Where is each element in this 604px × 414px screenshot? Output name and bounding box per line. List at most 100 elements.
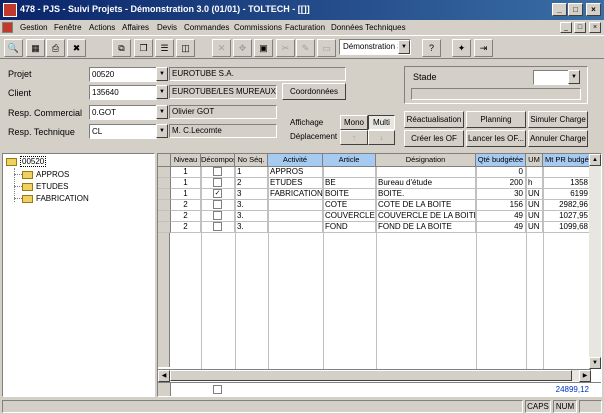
tree-node-appros[interactable]: APPROS xyxy=(22,169,69,180)
move-down-button[interactable]: ↓ xyxy=(368,130,395,145)
menu-fenetre[interactable]: Fenêtre xyxy=(54,23,82,32)
mdi-close-button[interactable]: × xyxy=(589,22,601,33)
cell-article[interactable]: COTE xyxy=(323,200,376,211)
cell-designation[interactable]: Bureau d'étude xyxy=(376,178,476,189)
cell-activite[interactable]: ETUDES xyxy=(268,178,323,189)
cell-article[interactable]: COUVERCLE xyxy=(323,211,376,222)
resp-commercial-dropdown[interactable]: ▼ xyxy=(156,105,168,119)
search-icon[interactable]: 🔍 xyxy=(4,39,23,57)
cell-niveau[interactable]: 2 xyxy=(171,222,201,233)
maximize-button[interactable]: □ xyxy=(568,3,583,16)
cell-article[interactable] xyxy=(323,167,376,178)
menu-actions[interactable]: Actions xyxy=(89,23,115,32)
cell-mt[interactable]: 2982,96 xyxy=(543,200,591,211)
cell-seq[interactable]: 1 xyxy=(235,167,268,178)
app-icon[interactable] xyxy=(3,3,17,17)
decompose-checkbox-cell[interactable] xyxy=(201,200,235,211)
scroll-right-icon[interactable]: ▶ xyxy=(579,370,591,382)
print-icon[interactable]: ⎙ xyxy=(46,39,65,57)
help-icon[interactable]: ? xyxy=(422,39,441,57)
cell-qte[interactable]: 200 xyxy=(476,178,526,189)
cell-niveau[interactable]: 2 xyxy=(171,211,201,222)
menu-commissions[interactable]: Commissions xyxy=(234,23,282,32)
menu-gestion[interactable]: Gestion xyxy=(20,23,48,32)
col-article[interactable]: Article xyxy=(323,154,376,167)
mdi-minimize-button[interactable]: _ xyxy=(560,22,572,33)
col-mt-pr-budgete[interactable]: Mt PR budgété xyxy=(543,154,591,167)
lancer-of-button[interactable]: Lancer les OF... xyxy=(466,130,526,147)
stade-field[interactable] xyxy=(533,70,569,85)
decompose-checkbox[interactable] xyxy=(213,222,222,231)
cell-activite[interactable]: FABRICATION xyxy=(268,189,323,200)
decompose-checkbox-cell[interactable] xyxy=(201,167,235,178)
planning-button[interactable]: Planning xyxy=(466,111,526,128)
cell-mt[interactable]: 6199 xyxy=(543,189,591,200)
database-select[interactable]: Démonstration 3 ▼ xyxy=(339,39,411,55)
menu-facturation[interactable]: Facturation xyxy=(285,23,325,32)
scroll-left-icon[interactable]: ◀ xyxy=(158,370,170,382)
col-qte-budgetee[interactable]: Qté budgétée xyxy=(476,154,526,167)
cell-qte[interactable]: 156 xyxy=(476,200,526,211)
cut-icon[interactable]: ✂ xyxy=(276,39,295,57)
tree-node-fabrication[interactable]: FABRICATION xyxy=(22,193,89,204)
cell-um[interactable]: UN xyxy=(526,211,543,222)
close-button[interactable]: × xyxy=(586,3,601,16)
budget-grid[interactable]: Niveau Décomposé No Séq. Activité Articl… xyxy=(157,153,602,397)
cell-designation[interactable]: FOND DE LA BOITE xyxy=(376,222,476,233)
tile-horizontal-icon[interactable]: ☰ xyxy=(155,39,174,57)
save-icon[interactable]: ▣ xyxy=(254,39,273,57)
first-record-icon[interactable]: ✕ xyxy=(212,39,231,57)
simuler-charge-button[interactable]: Simuler Charge xyxy=(528,111,588,128)
cell-activite[interactable] xyxy=(268,211,323,222)
menu-affaires[interactable]: Affaires xyxy=(122,23,149,32)
tree-node-root[interactable]: 00520 xyxy=(6,156,47,167)
cell-seq[interactable]: 3 xyxy=(235,189,268,200)
tree-node-etudes[interactable]: ETUDES xyxy=(22,181,68,192)
magic-wand-icon[interactable]: ✦ xyxy=(452,39,471,57)
decompose-checkbox[interactable] xyxy=(213,211,222,220)
decompose-checkbox-cell[interactable] xyxy=(201,211,235,222)
cell-designation[interactable]: BOITE. xyxy=(376,189,476,200)
cell-um[interactable]: h xyxy=(526,178,543,189)
move-up-button[interactable]: ↑ xyxy=(340,130,368,145)
cell-activite[interactable]: APPROS xyxy=(268,167,323,178)
document-icon[interactable]: ▭ xyxy=(317,39,336,57)
minimize-button[interactable]: _ xyxy=(552,3,567,16)
cell-niveau[interactable]: 1 xyxy=(171,178,201,189)
decompose-checkbox[interactable] xyxy=(213,167,222,176)
cell-mt[interactable]: 1358 xyxy=(543,178,591,189)
cascade-icon[interactable]: ❐ xyxy=(134,39,153,57)
project-tree[interactable]: 00520 APPROS ETUDES FABRICATION xyxy=(2,153,155,397)
cell-qte[interactable]: 0 xyxy=(476,167,526,178)
mdi-restore-button[interactable]: □ xyxy=(574,22,586,33)
stade-dropdown[interactable]: ▼ xyxy=(568,70,580,84)
cell-qte[interactable]: 49 xyxy=(476,211,526,222)
row-selector[interactable] xyxy=(158,178,171,189)
cell-mt[interactable]: 1099,68 xyxy=(543,222,591,233)
scroll-down-icon[interactable]: ▼ xyxy=(589,357,601,369)
horizontal-scrollbar[interactable]: ◀ ▶ xyxy=(158,369,591,382)
resp-commercial-field[interactable]: 0.GOT xyxy=(89,105,157,120)
projet-code-field[interactable]: 00520 xyxy=(89,67,157,82)
tile-vertical-icon[interactable]: ◫ xyxy=(176,39,195,57)
row-selector[interactable] xyxy=(158,167,171,178)
cell-um[interactable]: UN xyxy=(526,222,543,233)
scroll-up-icon[interactable]: ▲ xyxy=(589,154,601,166)
cell-seq[interactable]: 3. xyxy=(235,222,268,233)
cell-seq[interactable]: 2 xyxy=(235,178,268,189)
cell-um[interactable]: UN xyxy=(526,200,543,211)
cell-niveau[interactable]: 2 xyxy=(171,200,201,211)
reactualisation-button[interactable]: Réactualisation xyxy=(404,111,464,128)
menu-commandes[interactable]: Commandes xyxy=(184,23,229,32)
menu-donnees-techniques[interactable]: Données Techniques xyxy=(331,23,406,32)
row-selector[interactable] xyxy=(158,200,171,211)
cell-um[interactable] xyxy=(526,167,543,178)
decompose-checkbox-cell[interactable] xyxy=(201,178,235,189)
cell-qte[interactable]: 30 xyxy=(476,189,526,200)
menu-devis[interactable]: Devis xyxy=(157,23,177,32)
decompose-checkbox[interactable]: ✓ xyxy=(213,189,222,198)
col-niveau[interactable]: Niveau xyxy=(171,154,201,167)
cell-seq[interactable]: 3. xyxy=(235,211,268,222)
calendar-icon[interactable]: ▦ xyxy=(26,39,45,57)
client-dropdown[interactable]: ▼ xyxy=(156,85,168,99)
